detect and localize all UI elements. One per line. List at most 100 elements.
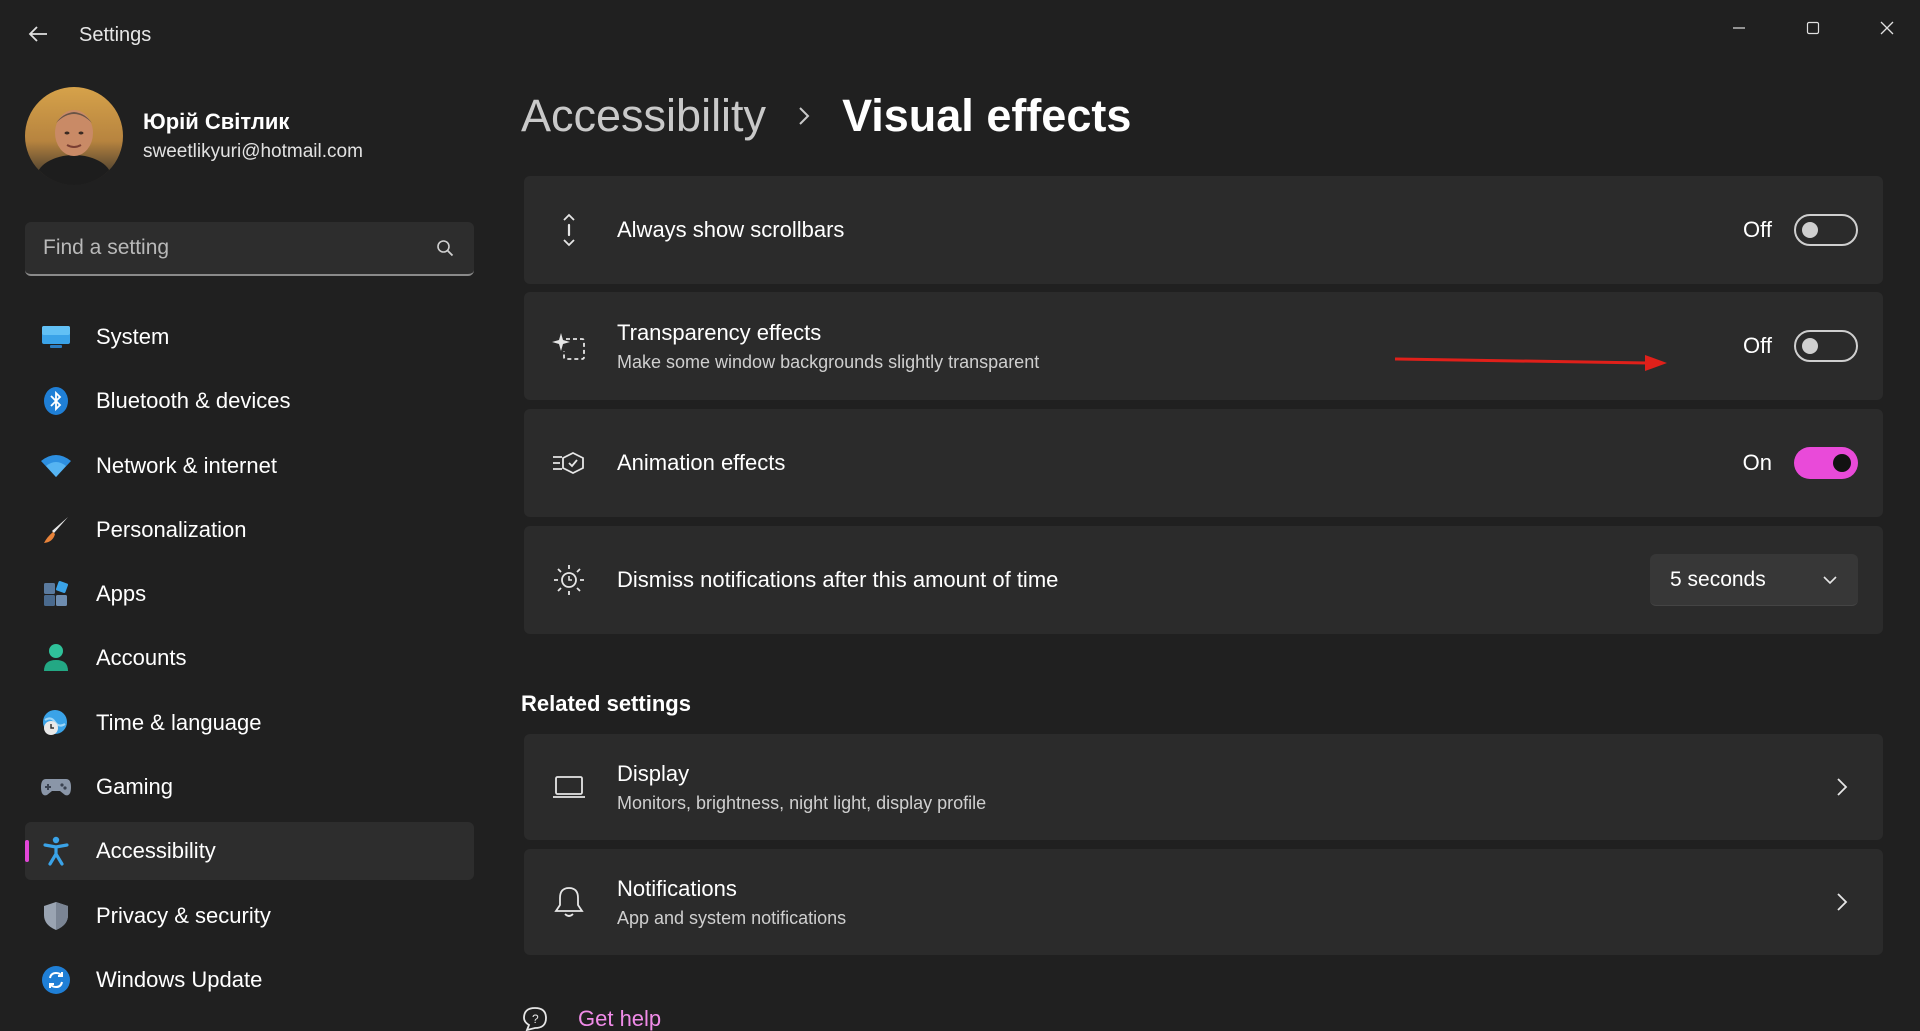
sidebar-item-gaming[interactable]: Gaming [25,758,474,816]
avatar [25,87,123,185]
bell-icon [551,884,587,920]
breadcrumb: Accessibility Visual effects [521,86,1131,146]
globe-clock-icon [40,707,72,739]
get-help-label[interactable]: Get help [578,1006,661,1031]
sidebar-item-privacy-security[interactable]: Privacy & security [25,887,474,945]
laptop-icon [551,769,587,805]
back-arrow-icon [28,26,47,42]
monitor-icon [40,321,72,353]
setting-subtitle: Monitors, brightness, night light, displ… [617,792,987,813]
toggle-knob [1802,338,1818,354]
sidebar-item-time-language[interactable]: Time & language [25,694,474,752]
setting-title: Animation effects [617,450,786,475]
sidebar-item-label: Accessibility [96,838,216,864]
minimize-button[interactable] [1712,8,1766,48]
toggle-state-label: Off [1743,217,1772,242]
toggle-group: Off [1743,214,1858,246]
toggle-group: Off [1743,330,1858,362]
animation-toggle[interactable] [1794,447,1858,479]
sidebar-item-bluetooth[interactable]: Bluetooth & devices [25,372,474,430]
user-profile[interactable]: Юрій Світлик sweetlikyuri@hotmail.com [25,86,363,186]
sidebar-item-label: Privacy & security [96,902,271,928]
brush-icon [40,514,72,546]
close-icon [1880,21,1894,35]
setting-text: Transparency effects Make some window ba… [617,320,1039,373]
sidebar-item-personalization[interactable]: Personalization [25,501,474,559]
update-icon [40,964,72,996]
setting-text: Notifications App and system notificatio… [617,876,846,929]
red-arrow-annotation [1395,355,1667,371]
setting-title: Always show scrollbars [617,217,845,242]
toggle-group: On [1743,447,1858,479]
sun-timer-icon [551,562,587,598]
sidebar-item-system[interactable]: System [25,308,474,366]
sidebar-item-label: Gaming [96,774,174,800]
sidebar-item-label: System [96,324,170,349]
setting-animation: Animation effects On [524,409,1883,517]
toggle-knob [1833,454,1851,472]
svg-text:?: ? [532,1012,539,1026]
search-icon[interactable] [434,237,456,259]
page-title: Visual effects [842,90,1132,141]
shield-icon [40,900,72,932]
wifi-icon [40,450,72,482]
search-input[interactable] [43,236,434,260]
search-box[interactable] [25,222,474,276]
apps-icon [40,578,72,610]
chevron-right-icon [1831,891,1853,913]
person-icon [40,642,72,674]
setting-title: Notifications [617,875,737,901]
setting-notification-timeout: Dismiss notifications after this amount … [524,526,1883,634]
sidebar-item-label: Apps [96,581,147,607]
profile-info: Юрій Світлик sweetlikyuri@hotmail.com [143,109,363,163]
setting-title: Dismiss notifications after this amount … [617,567,1059,592]
setting-transparency: Transparency effects Make some window ba… [524,292,1883,400]
sidebar-item-accessibility[interactable]: Accessibility [25,822,474,881]
bluetooth-icon [40,385,72,417]
minimize-icon [1733,27,1745,29]
related-display[interactable]: Display Monitors, brightness, night ligh… [524,734,1883,840]
setting-text: Animation effects [617,450,785,476]
profile-name: Юрій Світлик [143,109,290,134]
get-help-link[interactable]: ? Get help [522,1006,661,1031]
chevron-down-icon [1823,575,1837,584]
sidebar-item-label: Time & language [96,709,262,735]
setting-text: Display Monitors, brightness, night ligh… [617,761,986,814]
notification-timeout-dropdown[interactable]: 5 seconds [1650,554,1858,606]
related-settings-heading: Related settings [521,691,691,716]
title-bar: Settings [0,0,1920,72]
chevron-right-icon [794,106,814,126]
setting-title: Display [617,760,690,786]
app-title: Settings [79,24,152,46]
settings-window: Settings Юрій Світлик sweetlikyuri@hotma… [0,0,1920,1031]
sidebar-item-label: Windows Update [96,966,263,992]
dropdown-value: 5 seconds [1670,567,1766,591]
setting-title: Transparency effects [617,319,822,345]
sidebar-item-label: Bluetooth & devices [96,388,291,414]
sidebar-nav: System Bluetooth & devices Network & int… [25,308,474,1015]
setting-scrollbars: Always show scrollbars Off [524,176,1883,284]
scrollbar-icon [551,212,587,248]
toggle-knob [1802,222,1818,238]
transparency-toggle[interactable] [1794,330,1858,362]
toggle-state-label: Off [1743,333,1772,358]
setting-text: Dismiss notifications after this amount … [617,567,1058,593]
animation-icon [551,445,587,481]
close-button[interactable] [1860,8,1914,48]
back-button[interactable] [20,16,56,52]
sidebar-item-windows-update[interactable]: Windows Update [25,951,474,1009]
maximize-button[interactable] [1786,8,1840,48]
sidebar-item-label: Personalization [96,516,247,542]
related-notifications[interactable]: Notifications App and system notificatio… [524,849,1883,955]
help-chat-icon: ? [523,1007,547,1031]
sidebar-item-network[interactable]: Network & internet [25,437,474,495]
maximize-icon [1806,21,1820,35]
profile-email: sweetlikyuri@hotmail.com [143,141,363,162]
setting-subtitle: App and system notifications [617,907,847,928]
toggle-state-label: On [1742,450,1772,475]
sidebar-item-label: Accounts [96,645,187,671]
sidebar-item-apps[interactable]: Apps [25,565,474,623]
scrollbars-toggle[interactable] [1794,214,1858,246]
breadcrumb-parent[interactable]: Accessibility [521,90,766,142]
sidebar-item-accounts[interactable]: Accounts [25,629,474,687]
